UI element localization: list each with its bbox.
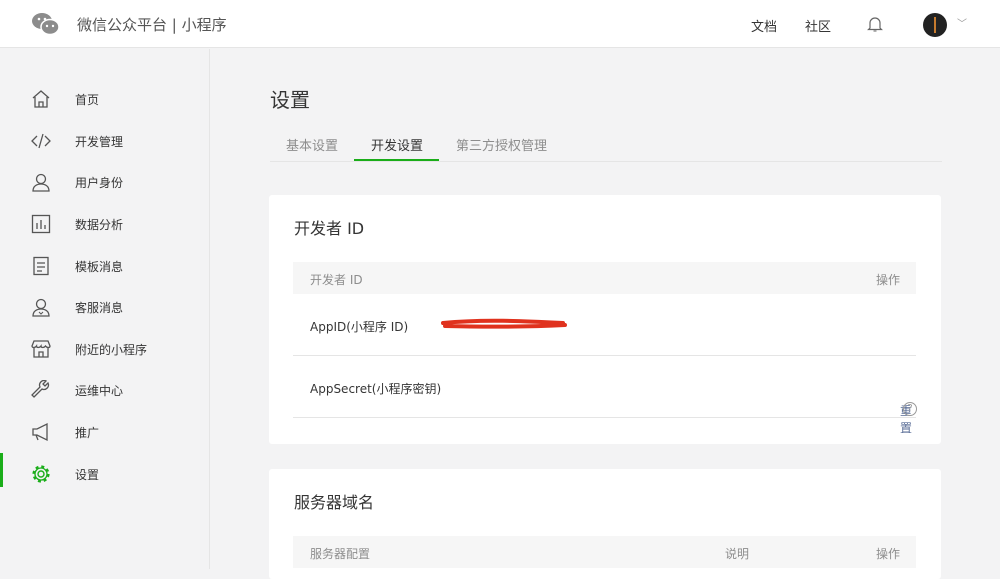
sidebar-item-settings[interactable]: 设置 bbox=[0, 453, 209, 495]
table-row: AppSecret(小程序密钥) 重置? bbox=[293, 356, 917, 435]
tab-dev[interactable]: 开发设置 bbox=[371, 135, 423, 154]
sidebar-item-label: 客服消息 bbox=[75, 300, 124, 315]
card-title: 服务器域名 bbox=[294, 493, 375, 512]
brand-title: 微信公众平台 | 小程序 bbox=[77, 16, 227, 34]
nav-community[interactable]: 社区 bbox=[805, 16, 831, 35]
server-domain-card: 服务器域名 服务器配置 说明 操作 bbox=[269, 469, 941, 579]
sidebar-item-label: 设置 bbox=[75, 467, 100, 482]
service-icon bbox=[31, 297, 51, 317]
chevron-down-icon[interactable]: ﹀ bbox=[957, 15, 967, 30]
column-header: 说明 bbox=[725, 547, 750, 561]
page-title: 设置 bbox=[270, 88, 310, 112]
row-label: AppSecret(小程序密钥) bbox=[310, 382, 442, 396]
column-header: 操作 bbox=[875, 273, 900, 287]
store-icon bbox=[31, 339, 51, 359]
column-header: 服务器配置 bbox=[310, 547, 371, 561]
row-label: AppID(小程序 ID) bbox=[310, 320, 409, 334]
active-tab-indicator bbox=[354, 159, 439, 161]
tab-third-party[interactable]: 第三方授权管理 bbox=[456, 135, 547, 154]
sidebar-item-promotion[interactable]: 推广 bbox=[0, 411, 209, 453]
sidebar-item-label: 数据分析 bbox=[75, 217, 124, 232]
avatar[interactable] bbox=[923, 13, 947, 37]
sidebar: 首页 开发管理 用户身份 数据分析 模板消息 客服消息 附近的小程序 运维中心 … bbox=[0, 49, 210, 569]
document-icon bbox=[31, 256, 51, 276]
user-icon bbox=[31, 172, 51, 192]
nav-docs[interactable]: 文档 bbox=[751, 16, 777, 35]
sidebar-item-service[interactable]: 客服消息 bbox=[0, 286, 209, 328]
card-title: 开发者 ID bbox=[294, 219, 365, 238]
sidebar-item-label: 附近的小程序 bbox=[75, 342, 148, 357]
sidebar-item-label: 开发管理 bbox=[75, 134, 124, 149]
bell-icon[interactable] bbox=[867, 15, 883, 33]
sidebar-item-template[interactable]: 模板消息 bbox=[0, 245, 209, 287]
sidebar-item-label: 推广 bbox=[75, 425, 100, 440]
redacted-value bbox=[441, 318, 567, 329]
table-header: 开发者 ID 操作 bbox=[293, 262, 916, 294]
sidebar-item-user[interactable]: 用户身份 bbox=[0, 161, 209, 203]
home-icon bbox=[31, 89, 51, 109]
tab-bar: 基本设置 开发设置 第三方授权管理 bbox=[270, 127, 942, 162]
megaphone-icon bbox=[31, 422, 51, 442]
developer-id-card: 开发者 ID 开发者 ID 操作 AppID(小程序 ID) AppSecret… bbox=[269, 195, 941, 444]
wrench-icon bbox=[31, 380, 51, 400]
sidebar-item-nearby[interactable]: 附近的小程序 bbox=[0, 328, 209, 370]
tab-basic[interactable]: 基本设置 bbox=[286, 135, 338, 154]
sidebar-item-home[interactable]: 首页 bbox=[0, 78, 209, 120]
help-icon[interactable]: ? bbox=[903, 402, 917, 416]
wechat-logo-icon bbox=[32, 13, 60, 36]
sidebar-item-label: 用户身份 bbox=[75, 175, 124, 190]
sidebar-item-ops[interactable]: 运维中心 bbox=[0, 369, 209, 411]
sidebar-item-label: 首页 bbox=[75, 92, 100, 107]
column-header: 开发者 ID bbox=[310, 273, 363, 287]
table-row: AppID(小程序 ID) bbox=[293, 294, 916, 356]
chart-icon bbox=[31, 214, 51, 234]
sidebar-item-label: 运维中心 bbox=[75, 383, 124, 398]
table-header: 服务器配置 说明 操作 bbox=[293, 536, 916, 568]
sidebar-item-label: 模板消息 bbox=[75, 259, 124, 274]
column-header: 操作 bbox=[875, 547, 900, 561]
code-icon bbox=[31, 131, 51, 151]
top-bar: 微信公众平台 | 小程序 文档 社区 ﹀ bbox=[0, 0, 1000, 48]
sidebar-item-dev[interactable]: 开发管理 bbox=[0, 120, 209, 162]
gear-icon bbox=[31, 464, 51, 484]
sidebar-item-analytics[interactable]: 数据分析 bbox=[0, 203, 209, 245]
